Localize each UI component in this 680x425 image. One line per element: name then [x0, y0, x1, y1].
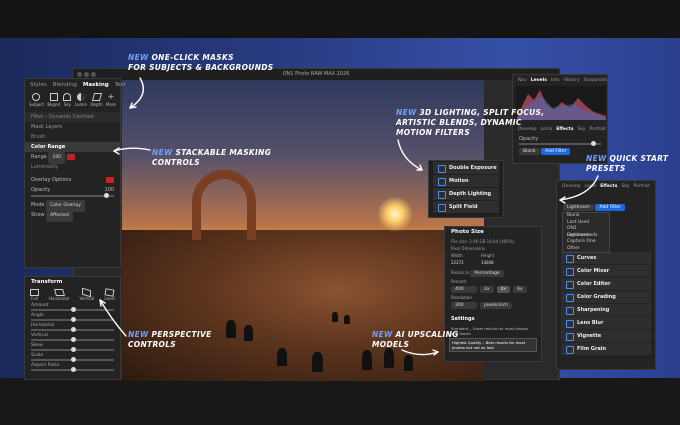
arrow-stackable [113, 147, 151, 152]
arrow-lighting [397, 139, 423, 171]
annotation-arrows [99, 77, 599, 356]
arrow-upscaling [401, 349, 439, 356]
arrow-quickstart [559, 175, 599, 201]
arrow-perspective [99, 299, 127, 337]
